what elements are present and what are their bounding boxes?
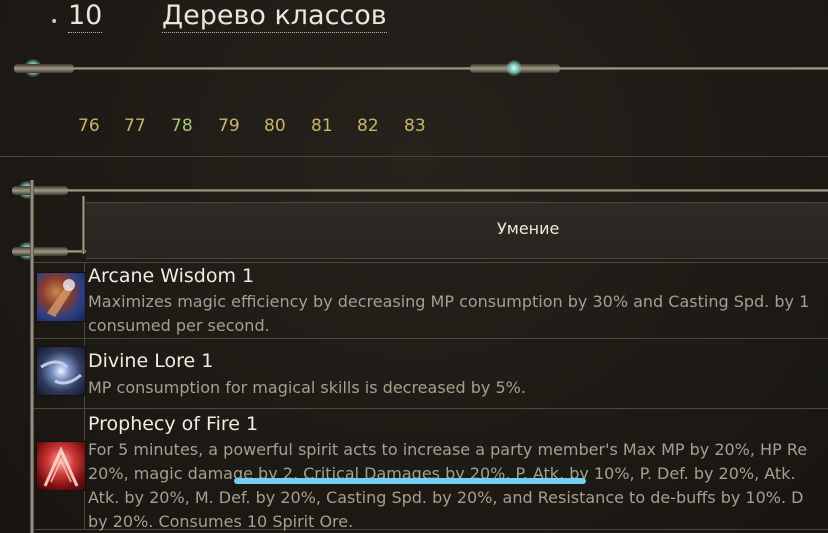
level-link[interactable]: 10 xyxy=(68,0,103,33)
skill-name[interactable]: Divine Lore 1 xyxy=(88,350,213,372)
row-separator xyxy=(34,408,828,409)
level-83[interactable]: 83 xyxy=(404,116,426,136)
level-76[interactable]: 76 xyxy=(78,116,100,136)
arcane-wisdom-icon xyxy=(36,272,86,322)
section-divider xyxy=(0,156,828,157)
class-tree-page: • 10 Дерево классов 76 77 78 79 80 81 82… xyxy=(0,0,828,533)
page-title-link[interactable]: Дерево классов xyxy=(162,0,387,33)
skill-description: MP consumption for magical skills is dec… xyxy=(88,376,828,400)
level-78[interactable]: 78 xyxy=(171,116,193,136)
description-line: Atk. by 20%, M. Def. by 20%, Casting Spd… xyxy=(88,488,804,507)
description-line: MP consumption for magical skills is dec… xyxy=(88,378,526,397)
level-79[interactable]: 79 xyxy=(218,116,240,136)
skill-description: For 5 minutes, a powerful spirit acts to… xyxy=(88,438,828,533)
row-separator xyxy=(34,338,828,339)
column-header-skill: Умение xyxy=(497,219,560,238)
level-80[interactable]: 80 xyxy=(264,116,286,136)
description-line: by 20%. Consumes 10 Spirit Ore. xyxy=(88,512,354,531)
skill-name[interactable]: Arcane Wisdom 1 xyxy=(88,265,254,287)
prophecy-of-fire-icon xyxy=(36,441,86,491)
table-header-row xyxy=(86,202,828,259)
description-line: For 5 minutes, a powerful spirit acts to… xyxy=(88,440,808,459)
description-line: Maximizes magic efficiency by decreasing… xyxy=(88,292,810,311)
level-77[interactable]: 77 xyxy=(124,116,146,136)
row-separator xyxy=(34,262,828,263)
horizontal-scroll-indicator[interactable] xyxy=(234,478,586,484)
bullet-icon: • xyxy=(50,14,59,30)
description-line: consumed per second. xyxy=(88,316,270,335)
skill-description: Maximizes magic efficiency by decreasing… xyxy=(88,290,828,338)
level-82[interactable]: 82 xyxy=(357,116,379,136)
level-81[interactable]: 81 xyxy=(311,116,333,136)
skill-name[interactable]: Prophecy of Fire 1 xyxy=(88,413,258,435)
divine-lore-icon xyxy=(36,346,86,396)
